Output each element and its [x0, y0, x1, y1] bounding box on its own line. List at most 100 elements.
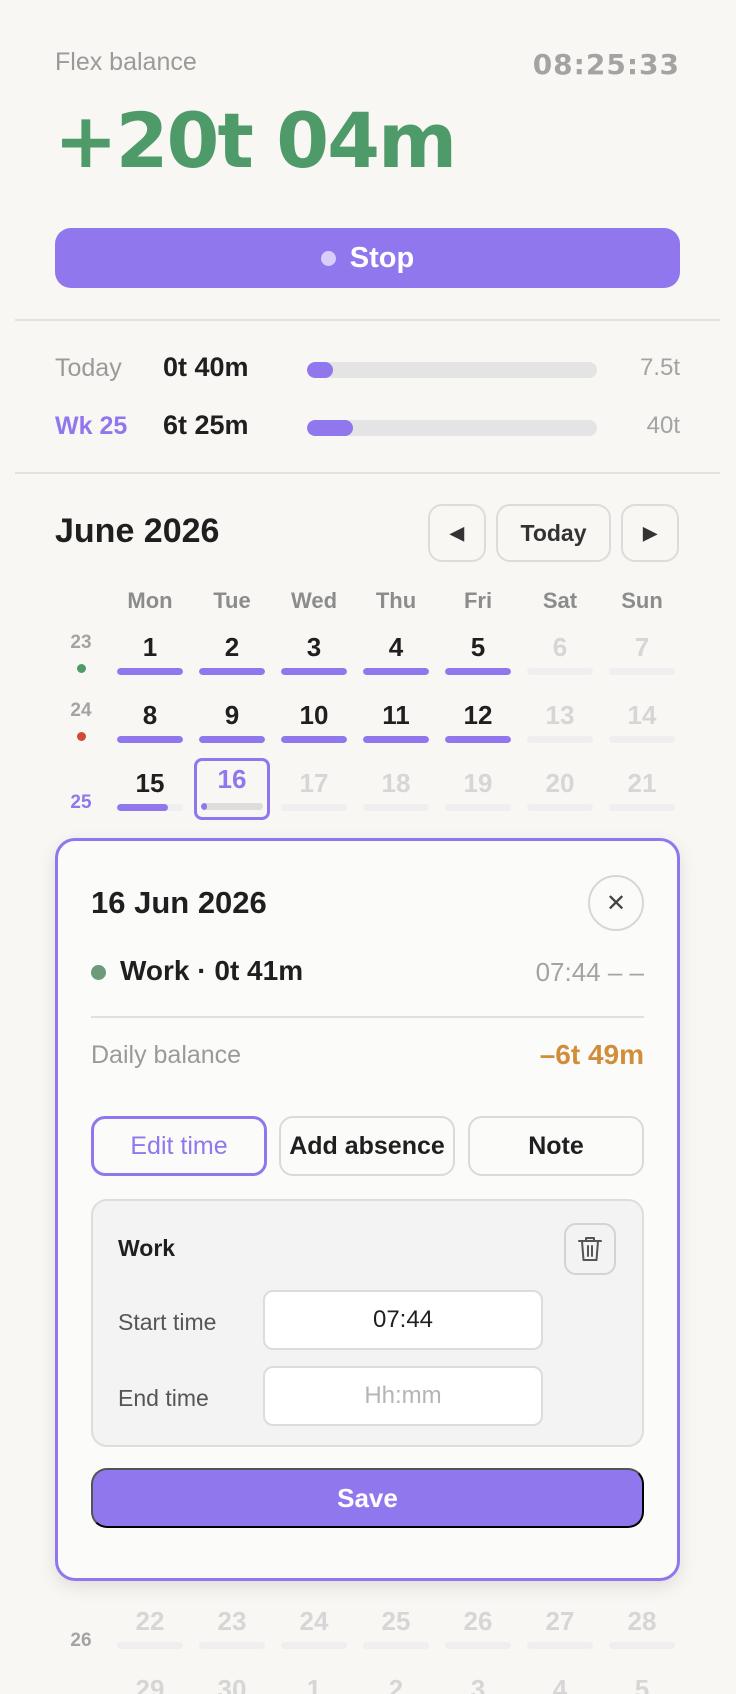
day-progress-fill — [117, 736, 183, 743]
start-time-label: Start time — [118, 1309, 217, 1335]
end-time-input[interactable] — [263, 1366, 543, 1426]
calendar-day[interactable]: 2 — [363, 1668, 429, 1694]
calendar-day[interactable]: 11 — [363, 694, 429, 754]
next-month-button[interactable]: ▶ — [621, 504, 679, 562]
day-progress-bar — [363, 1642, 429, 1649]
prev-month-button[interactable]: ◀ — [428, 504, 486, 562]
calendar-day[interactable]: 27 — [527, 1600, 593, 1660]
day-detail-popup: 16 Jun 2026 ✕ Work · 0t 41m 07:44 – – Da… — [55, 838, 680, 1581]
day-progress-bar — [201, 803, 263, 810]
calendar-day[interactable]: 5 — [609, 1668, 675, 1694]
calendar-day[interactable]: 25 — [363, 1600, 429, 1660]
calendar-day[interactable]: 3 — [281, 626, 347, 686]
day-number: 17 — [299, 768, 329, 798]
calendar-day[interactable]: 14 — [609, 694, 675, 754]
calendar-day[interactable]: 1 — [281, 1668, 347, 1694]
calendar-day[interactable]: 18 — [363, 762, 429, 822]
close-button[interactable]: ✕ — [588, 875, 644, 931]
calendar-day[interactable]: 7 — [609, 626, 675, 686]
calendar-day[interactable]: 12 — [445, 694, 511, 754]
day-number: 26 — [463, 1606, 493, 1636]
calendar-day[interactable]: 13 — [527, 694, 593, 754]
day-number: 6 — [552, 632, 568, 662]
edit-time-button[interactable]: Edit time — [91, 1116, 267, 1176]
day-progress-bar — [609, 668, 675, 675]
day-progress-bar — [609, 736, 675, 743]
day-progress-fill — [445, 668, 511, 675]
calendar-day[interactable]: 30 — [199, 1668, 265, 1694]
calendar-day[interactable]: 3 — [445, 1668, 511, 1694]
day-progress-bar — [445, 1642, 511, 1649]
calendar-day[interactable]: 22 — [117, 1600, 183, 1660]
calendar-day[interactable]: 10 — [281, 694, 347, 754]
day-progress-bar — [281, 736, 347, 743]
day-progress-fill — [363, 668, 429, 675]
today-progress-bar — [307, 362, 597, 378]
day-progress-fill — [117, 804, 168, 811]
day-progress-fill — [117, 668, 183, 675]
start-time-input[interactable] — [263, 1290, 543, 1350]
calendar-day[interactable]: 8 — [117, 694, 183, 754]
calendar-day[interactable]: 28 — [609, 1600, 675, 1660]
calendar-day[interactable]: 1 — [117, 626, 183, 686]
day-progress-bar — [445, 804, 511, 811]
day-progress-bar — [527, 736, 593, 743]
weekday-header: Sun — [621, 588, 663, 613]
delete-entry-button[interactable] — [564, 1223, 616, 1275]
note-button[interactable]: Note — [468, 1116, 644, 1176]
day-number: 2 — [224, 632, 240, 662]
save-button[interactable]: Save — [91, 1468, 644, 1528]
week-progress-bar — [307, 420, 597, 436]
day-number: 25 — [381, 1606, 411, 1636]
day-number: 13 — [545, 700, 575, 730]
day-progress-bar — [445, 668, 511, 675]
calendar-day[interactable]: 16 — [194, 758, 270, 820]
weekday-header: Fri — [463, 588, 493, 613]
week-status-dot — [77, 732, 86, 741]
day-number: 27 — [545, 1606, 575, 1636]
time-editor: Work Start time End time — [91, 1199, 644, 1447]
day-progress-bar — [363, 668, 429, 675]
weekday-header: Sat — [542, 588, 578, 613]
calendar-day[interactable]: 24 — [281, 1600, 347, 1660]
week-progress-fill — [307, 420, 354, 436]
day-number: 12 — [463, 700, 493, 730]
calendar-day[interactable]: 5 — [445, 626, 511, 686]
calendar-day[interactable]: 26 — [445, 1600, 511, 1660]
calendar-day[interactable]: 4 — [527, 1668, 593, 1694]
today-button[interactable]: Today — [496, 504, 611, 562]
day-number: 16 — [217, 764, 247, 794]
calendar-day[interactable]: 17 — [281, 762, 347, 822]
work-status-dot — [91, 965, 106, 980]
calendar-day[interactable]: 29 — [117, 1668, 183, 1694]
day-progress-bar — [281, 668, 347, 675]
calendar-day[interactable]: 9 — [199, 694, 265, 754]
day-number: 30 — [217, 1674, 247, 1694]
daily-balance-value: –6t 49m — [539, 1039, 644, 1070]
day-progress-bar — [527, 804, 593, 811]
day-number: 5 — [470, 632, 486, 662]
calendar-day[interactable]: 15 — [117, 762, 183, 822]
day-progress-fill — [281, 736, 347, 743]
entry-time-range: 07:44 – – — [535, 957, 644, 987]
day-number: 1 — [142, 632, 158, 662]
calendar-day[interactable]: 6 — [527, 626, 593, 686]
day-progress-bar — [199, 668, 265, 675]
day-number: 11 — [382, 700, 410, 730]
divider — [15, 472, 720, 474]
divider — [91, 1016, 644, 1018]
trash-icon — [578, 1237, 602, 1261]
day-number: 22 — [135, 1606, 165, 1636]
today-value: 0t 40m — [163, 352, 249, 382]
calendar-day[interactable]: 2 — [199, 626, 265, 686]
calendar-day[interactable]: 23 — [199, 1600, 265, 1660]
add-absence-button[interactable]: Add absence — [279, 1116, 455, 1176]
stop-button[interactable]: Stop — [55, 228, 680, 288]
day-progress-bar — [609, 1642, 675, 1649]
calendar-day[interactable]: 19 — [445, 762, 511, 822]
today-label: Today — [55, 354, 122, 382]
calendar-day[interactable]: 21 — [609, 762, 675, 822]
calendar-day[interactable]: 20 — [527, 762, 593, 822]
calendar-day[interactable]: 4 — [363, 626, 429, 686]
entry-summary: Work · 0t 41m — [120, 955, 304, 986]
